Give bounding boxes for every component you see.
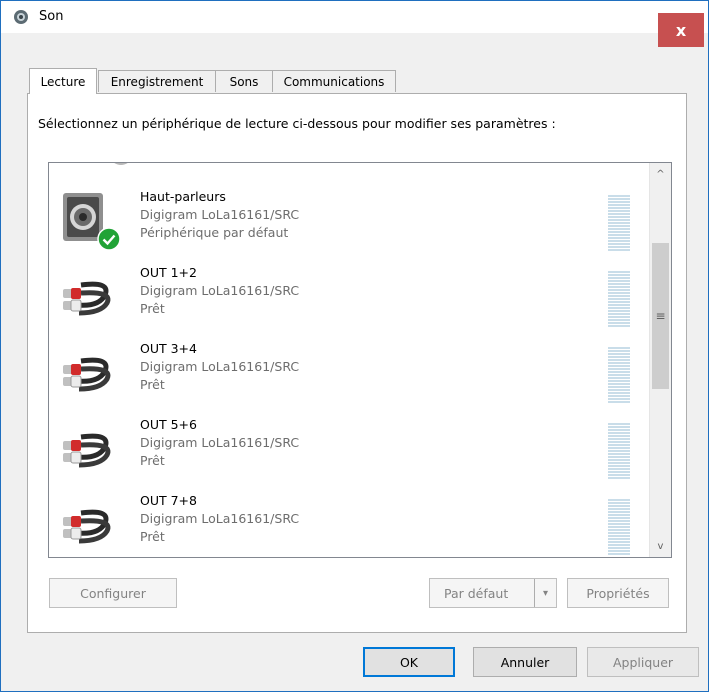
device-driver: Digigram LoLa16161/SRC <box>140 359 300 374</box>
ok-button-label: OK <box>399 654 419 670</box>
device-name: OUT 7+8 <box>140 493 197 508</box>
sound-dialog: Son x Lecture Enregistrement Sons Commun… <box>0 0 709 692</box>
default-check-icon <box>97 227 121 251</box>
properties-button[interactable]: Propriétés <box>567 578 669 608</box>
tab-sons[interactable]: Sons <box>215 70 273 92</box>
rca-cable-icon <box>63 281 111 316</box>
cancel-button[interactable]: Annuler <box>473 647 577 677</box>
grip-icon: ≡ <box>655 309 666 323</box>
tab-communications[interactable]: Communications <box>272 70 396 92</box>
properties-button-label: Propriétés <box>586 585 650 601</box>
tab-label: Enregistrement <box>110 74 204 89</box>
chevron-down-icon: v <box>657 540 664 552</box>
volume-meter <box>608 423 630 479</box>
volume-meter <box>608 499 630 555</box>
device-name: OUT 5+6 <box>140 417 197 432</box>
device-status: Prêt <box>140 453 165 468</box>
device-list[interactable]: Haut-parleurs Digigram LoLa16161/SRC Pér… <box>48 162 672 558</box>
cancel-button-label: Annuler <box>500 654 550 670</box>
tab-lecture[interactable]: Lecture <box>29 68 97 94</box>
device-status: Périphérique par défaut <box>140 225 289 240</box>
partial-device-icon <box>114 163 128 165</box>
chevron-down-icon: ▾ <box>542 587 549 599</box>
rca-cable-icon <box>63 357 111 392</box>
device-name: Haut-parleurs <box>140 189 226 204</box>
close-button[interactable]: x <box>658 13 704 47</box>
apply-button-label: Appliquer <box>612 654 674 670</box>
title-bar[interactable]: Son <box>1 1 708 33</box>
volume-meter <box>608 347 630 403</box>
tab-label: Sons <box>229 74 259 89</box>
device-item-haut-parleurs[interactable]: Haut-parleurs Digigram LoLa16161/SRC Pér… <box>49 177 643 252</box>
volume-meter <box>608 271 630 327</box>
set-default-button-label: Par défaut <box>444 585 509 601</box>
set-default-button[interactable]: Par défaut ▾ <box>429 578 557 608</box>
instruction-text: Sélectionnez un périphérique de lecture … <box>38 116 556 131</box>
device-driver: Digigram LoLa16161/SRC <box>140 511 300 526</box>
device-status: Prêt <box>140 377 165 392</box>
device-list-scrollbar[interactable]: ^ ≡ v <box>649 163 671 557</box>
set-default-dropdown[interactable]: ▾ <box>534 579 556 607</box>
configure-button[interactable]: Configurer <box>49 578 177 608</box>
device-driver: Digigram LoLa16161/SRC <box>140 283 300 298</box>
device-item-out-7-8[interactable]: OUT 7+8 Digigram LoLa16161/SRC Prêt <box>49 481 643 556</box>
tab-label: Communications <box>283 74 385 89</box>
rca-cable-icon <box>63 509 111 544</box>
volume-meter <box>608 195 630 251</box>
device-driver: Digigram LoLa16161/SRC <box>140 435 300 450</box>
scroll-thumb[interactable]: ≡ <box>652 243 669 389</box>
tab-label: Lecture <box>40 74 86 89</box>
device-item-out-5-6[interactable]: OUT 5+6 Digigram LoLa16161/SRC Prêt <box>49 405 643 480</box>
device-item-out-3-4[interactable]: OUT 3+4 Digigram LoLa16161/SRC Prêt <box>49 329 643 404</box>
device-name: OUT 1+2 <box>140 265 197 280</box>
ok-button[interactable]: OK <box>363 647 455 677</box>
device-item-out-1-2[interactable]: OUT 1+2 Digigram LoLa16161/SRC Prêt <box>49 253 643 328</box>
device-status: Prêt <box>140 529 165 544</box>
device-status: Prêt <box>140 301 165 316</box>
close-icon: x <box>675 20 687 40</box>
configure-button-label: Configurer <box>80 585 146 601</box>
apply-button[interactable]: Appliquer <box>587 647 699 677</box>
device-name: OUT 3+4 <box>140 341 197 356</box>
rca-cable-icon <box>63 433 111 468</box>
scroll-up-button[interactable]: ^ <box>650 163 671 185</box>
tab-enregistrement[interactable]: Enregistrement <box>98 70 216 92</box>
speaker-app-icon <box>14 10 28 24</box>
window-title: Son <box>39 9 64 24</box>
device-driver: Digigram LoLa16161/SRC <box>140 207 300 222</box>
chevron-up-icon: ^ <box>656 168 665 180</box>
scroll-down-button[interactable]: v <box>650 535 671 557</box>
